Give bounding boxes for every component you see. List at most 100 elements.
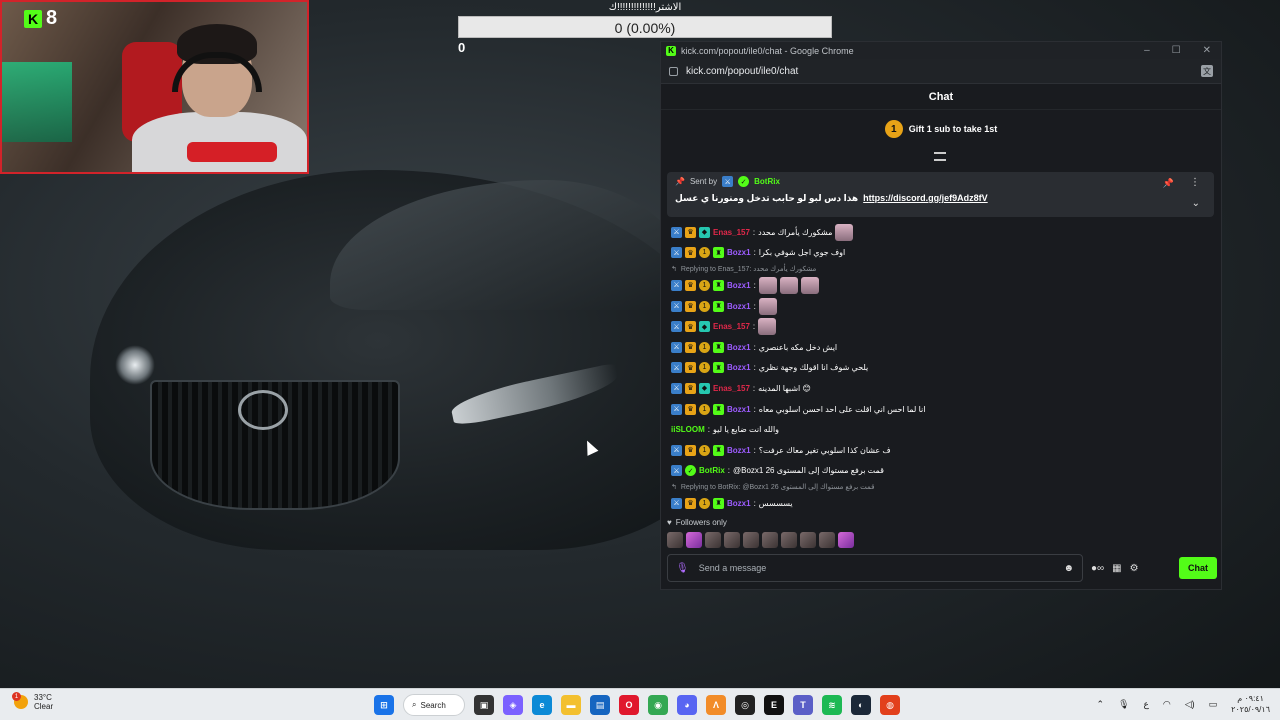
chat-username[interactable]: Bozx1 bbox=[727, 302, 751, 311]
pinned-message[interactable]: 📌 Sent by ⚔ ✓ BotRix هذا دس لبو لو حابب … bbox=[667, 172, 1214, 217]
gift-sub-banner[interactable]: 1 Gift 1 sub to take 1st bbox=[661, 110, 1221, 148]
weather-widget[interactable]: 1 33°C Clear bbox=[12, 692, 53, 711]
microphone-tray-icon[interactable]: 🎙 bbox=[1118, 699, 1129, 710]
emote-image[interactable] bbox=[800, 276, 819, 294]
avatar[interactable] bbox=[819, 532, 835, 548]
chat-username[interactable]: Bozx1 bbox=[727, 363, 751, 372]
app-icon[interactable]: ◍ bbox=[880, 695, 900, 715]
close-icon[interactable]: ✕ bbox=[1203, 45, 1211, 56]
reply-context[interactable]: ↰ Replying to BotRix: @Bozx1 26 قمت برفع … bbox=[671, 481, 1216, 493]
avatar[interactable] bbox=[686, 532, 702, 548]
send-chat-button[interactable]: Chat bbox=[1179, 557, 1217, 579]
pinned-link[interactable]: https://discord.gg/jef9Adz8fV bbox=[863, 193, 988, 204]
chat-username[interactable]: BotRix bbox=[699, 466, 725, 475]
store-icon[interactable]: ▦ bbox=[1112, 563, 1121, 574]
chat-username[interactable]: Enas_157 bbox=[713, 384, 750, 393]
app-icon[interactable]: ◎ bbox=[735, 695, 755, 715]
wifi-icon[interactable]: ◠ bbox=[1163, 699, 1171, 710]
chat-username[interactable]: Bozx1 bbox=[727, 281, 751, 290]
pinned-user[interactable]: BotRix bbox=[754, 177, 780, 186]
crown-badge-icon: ♛ bbox=[685, 382, 696, 394]
chat-input-box[interactable]: 🎙 ☻ bbox=[667, 554, 1083, 582]
copilot-icon[interactable]: ◈ bbox=[503, 695, 523, 715]
chat-message[interactable]: ⚔ ✓ BotRix: @Bozx1 26 قمت برفع مستواك إلى ا… bbox=[671, 461, 1216, 482]
chat-message[interactable]: ⚔ ♛ 1 ♜ Bozx1: ف عشان كذا اسلوبي تغير معاك عر… bbox=[671, 440, 1216, 461]
avatar[interactable] bbox=[800, 532, 816, 548]
chevron-up-icon[interactable]: ⌃ bbox=[1097, 699, 1105, 710]
windows-start-icon[interactable]: ⊞ bbox=[374, 695, 394, 715]
chat-message[interactable]: ⚔ ♛ 1 ♜ Bozx1: يلحي شوف انا اقولك وجهة نظري bbox=[671, 358, 1216, 379]
chat-message[interactable]: ⚔ ♛ ◆ Enas_157: مشكورك يأمراك محدد bbox=[671, 222, 1216, 243]
chevron-down-icon[interactable]: ⌄ bbox=[1192, 198, 1200, 209]
spotify-icon[interactable]: ≋ bbox=[822, 695, 842, 715]
avatar[interactable] bbox=[705, 532, 721, 548]
maximize-icon[interactable]: ☐ bbox=[1172, 45, 1181, 56]
subscriber-badge-icon: ♜ bbox=[713, 444, 724, 456]
chat-username[interactable]: Bozx1 bbox=[727, 405, 751, 414]
discord-icon[interactable]: ◕ bbox=[677, 695, 697, 715]
emoji-icon[interactable]: ☻ bbox=[1063, 563, 1074, 574]
chat-message-text: اشبها المدينه 😊 bbox=[758, 383, 811, 393]
goal-title: الاشتر!!!!!!!!!!!!!!ك bbox=[608, 2, 682, 13]
avatar[interactable] bbox=[838, 532, 854, 548]
crown-badge-icon: ♛ bbox=[685, 362, 696, 374]
chat-message-input[interactable] bbox=[698, 563, 1054, 573]
clock[interactable]: ٠٩:٤١ م ٢٠٢٥/٠٩/١٦ bbox=[1231, 693, 1270, 715]
language-indicator[interactable]: ع bbox=[1144, 699, 1149, 710]
emote-image[interactable] bbox=[758, 297, 777, 315]
url-text[interactable]: kick.com/popout/ile0/chat bbox=[686, 66, 798, 77]
chat-username[interactable]: Enas_157 bbox=[713, 228, 750, 237]
steam-icon[interactable]: ◐ bbox=[851, 695, 871, 715]
app-icon[interactable]: Λ bbox=[706, 695, 726, 715]
chat-username[interactable]: Bozx1 bbox=[727, 446, 751, 455]
translate-icon[interactable]: 文 bbox=[1201, 65, 1213, 77]
chat-username[interactable]: Bozx1 bbox=[727, 499, 751, 508]
opera-icon[interactable]: O bbox=[619, 695, 639, 715]
epic-games-icon[interactable]: E bbox=[764, 695, 784, 715]
chrome-icon[interactable]: ◉ bbox=[648, 695, 668, 715]
emote-image[interactable] bbox=[758, 318, 777, 336]
avatar[interactable] bbox=[743, 532, 759, 548]
avatar[interactable] bbox=[667, 532, 683, 548]
emote-image[interactable] bbox=[835, 223, 854, 241]
task-view-icon[interactable]: ▣ bbox=[474, 695, 494, 715]
minimize-icon[interactable]: – bbox=[1144, 45, 1150, 56]
pin-icon[interactable]: 📌 bbox=[1163, 178, 1174, 189]
chat-username[interactable]: iiSLOOM bbox=[671, 425, 705, 434]
chat-message[interactable]: ⚔ ♛ 1 ♜ Bozx1: انا لما احس اني اقلت على احد ا… bbox=[671, 399, 1216, 420]
avatar[interactable] bbox=[724, 532, 740, 548]
kicks-icon[interactable]: ●∞ bbox=[1091, 563, 1104, 574]
chat-message[interactable]: ⚔ ♛ ◆ Enas_157: bbox=[671, 316, 1216, 337]
chat-message[interactable]: ⚔ ♛ 1 ♜ Bozx1: يسسسس bbox=[671, 493, 1216, 514]
chat-message[interactable]: ⚔ ♛ ◆ Enas_157: اشبها المدينه 😊 bbox=[671, 378, 1216, 399]
window-titlebar[interactable]: K kick.com/popout/ile0/chat - Google Chr… bbox=[661, 42, 1221, 59]
site-info-icon[interactable] bbox=[669, 66, 678, 76]
avatar[interactable] bbox=[781, 532, 797, 548]
microphone-icon[interactable]: 🎙 bbox=[676, 563, 689, 574]
emote-image[interactable] bbox=[779, 276, 798, 294]
more-options-icon[interactable]: ⋮ bbox=[1190, 177, 1200, 188]
gear-icon[interactable]: ⚙ bbox=[1130, 563, 1139, 574]
volume-icon[interactable]: ◁) bbox=[1185, 699, 1195, 710]
store-app-icon[interactable]: ▤ bbox=[590, 695, 610, 715]
file-explorer-icon[interactable]: ▬ bbox=[561, 695, 581, 715]
emote-image[interactable] bbox=[758, 276, 777, 294]
reply-context[interactable]: ↰ Replying to Enas_157: مشكورك يأمرك محدد bbox=[671, 263, 1216, 275]
collapse-icon[interactable] bbox=[934, 152, 946, 161]
battery-icon[interactable]: ▭ bbox=[1209, 699, 1218, 710]
teams-icon[interactable]: T bbox=[793, 695, 813, 715]
chat-message[interactable]: iiSLOOM: والله انت ضايع يا ليو bbox=[671, 419, 1216, 440]
avatar[interactable] bbox=[762, 532, 778, 548]
chat-message[interactable]: ⚔ ♛ 1 ♜ Bozx1: bbox=[671, 296, 1216, 317]
chat-username[interactable]: Enas_157 bbox=[713, 322, 750, 331]
chat-message[interactable]: ⚔ ♛ 1 ♜ Bozx1: ايش دخل مكه باعنصري bbox=[671, 337, 1216, 358]
chat-message[interactable]: ⚔ ♛ 1 ♜ Bozx1: bbox=[671, 275, 1216, 296]
taskbar-search[interactable]: ⌕ Search bbox=[403, 694, 465, 716]
address-bar[interactable]: kick.com/popout/ile0/chat 文 bbox=[661, 59, 1221, 84]
chat-username[interactable]: Bozx1 bbox=[727, 248, 751, 257]
edge-icon[interactable]: e bbox=[532, 695, 552, 715]
crown-badge-icon: ♛ bbox=[685, 444, 696, 456]
chrome-popup-window[interactable]: K kick.com/popout/ile0/chat - Google Chr… bbox=[660, 41, 1222, 590]
chat-message[interactable]: ⚔ ♛ 1 ♜ Bozx1: اوف جوي اجل شوفي بكرا bbox=[671, 243, 1216, 264]
chat-username[interactable]: Bozx1 bbox=[727, 343, 751, 352]
